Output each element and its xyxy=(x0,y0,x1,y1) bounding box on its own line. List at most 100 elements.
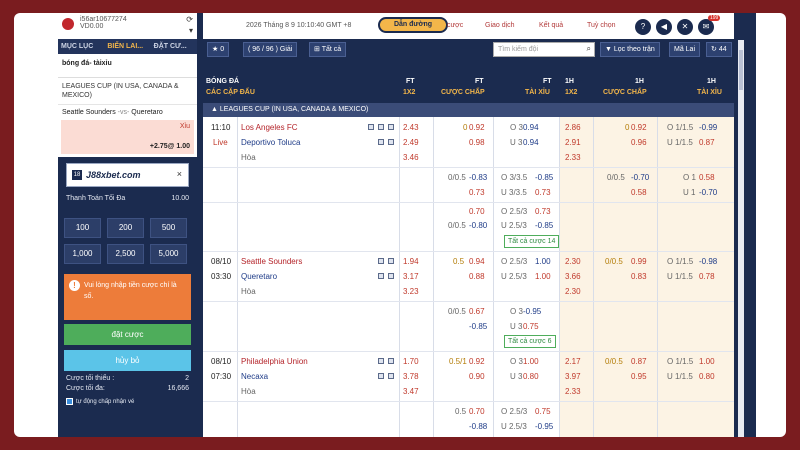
auto-accept-checkbox[interactable] xyxy=(66,398,73,405)
odds-cell[interactable]: 0.99 xyxy=(631,257,647,266)
stats-icon[interactable] xyxy=(368,124,374,130)
away-team[interactable]: Queretaro xyxy=(241,272,277,281)
filter-button[interactable]: ▼ Lọc theo trận xyxy=(600,42,660,57)
odds-cell[interactable]: -0.70 xyxy=(631,173,649,182)
odds-cell[interactable]: 0.78 xyxy=(699,272,715,281)
odds-cell[interactable]: 0.94 xyxy=(523,123,539,132)
odds-cell[interactable]: 0.94 xyxy=(469,257,485,266)
star-icon[interactable] xyxy=(388,258,394,264)
odds-type-select[interactable]: Mã Lai xyxy=(669,42,701,57)
away-team[interactable]: Necaxa xyxy=(241,372,268,381)
amount-button[interactable]: 5,000 xyxy=(150,244,187,264)
all-button[interactable]: ⊞ Tất cả xyxy=(309,42,347,57)
chevron-down-icon[interactable]: ▾ xyxy=(189,26,193,35)
odds-cell[interactable]: 0.87 xyxy=(699,138,715,147)
odds-cell[interactable]: 2.33 xyxy=(565,153,581,162)
home-team[interactable]: Philadelphia Union xyxy=(241,357,308,366)
odds-cell[interactable]: 1.00 xyxy=(699,357,715,366)
odds-cell[interactable]: 3.66 xyxy=(565,272,581,281)
info-icon[interactable] xyxy=(388,373,394,379)
more-bets-button[interactable]: Tất cả cược 6 xyxy=(504,335,556,348)
star-icon[interactable] xyxy=(388,124,394,130)
odds-cell[interactable]: 0.83 xyxy=(631,272,647,281)
odds-cell[interactable]: 0.80 xyxy=(523,372,539,381)
odds-cell[interactable]: 0.94 xyxy=(523,138,539,147)
info-icon[interactable] xyxy=(388,139,394,145)
odds-cell[interactable]: 0.75 xyxy=(523,322,539,331)
chart-icon[interactable] xyxy=(378,373,384,379)
more-bets-button[interactable]: Tất cả cược 14 xyxy=(504,235,560,248)
odds-cell[interactable]: 2.43 xyxy=(403,123,419,132)
odds-cell[interactable]: -0.80 xyxy=(469,221,487,230)
refresh-icon[interactable]: ⟳ xyxy=(186,15,193,24)
odds-cell[interactable]: 0.70 xyxy=(469,407,485,416)
odds-cell[interactable]: 0.58 xyxy=(631,188,647,197)
odds-cell[interactable]: 2.49 xyxy=(403,138,419,147)
odds-cell[interactable]: 3.23 xyxy=(403,287,419,296)
odds-cell[interactable]: -0.95 xyxy=(535,422,553,431)
guide-button[interactable]: Dẫn đường xyxy=(378,17,448,33)
odds-cell[interactable]: -0.85 xyxy=(535,173,553,182)
auto-accept[interactable]: tự động chấp nhận vé xyxy=(58,395,197,408)
odds-cell[interactable]: 0.87 xyxy=(631,357,647,366)
sound-icon[interactable]: ◀ xyxy=(656,19,672,35)
refresh-button[interactable]: ↻ 44 xyxy=(706,42,732,57)
odds-cell[interactable]: -0.83 xyxy=(469,173,487,182)
odds-cell[interactable]: 1.00 xyxy=(535,257,551,266)
stats-icon[interactable] xyxy=(378,258,384,264)
odds-cell[interactable]: -0.85 xyxy=(469,322,487,331)
nav-bets[interactable]: cược xyxy=(447,22,463,29)
amount-button[interactable]: 1,000 xyxy=(64,244,101,264)
odds-cell[interactable]: 1.70 xyxy=(403,357,419,366)
odds-cell[interactable]: 2.91 xyxy=(565,138,581,147)
nav-options[interactable]: Tuỳ chọn xyxy=(587,22,616,29)
odds-cell[interactable]: -0.70 xyxy=(699,188,717,197)
odds-cell[interactable]: 0.88 xyxy=(469,272,485,281)
league-header[interactable]: ▲ LEAGUES CUP (IN USA, CANADA & MEXICO) xyxy=(203,103,734,117)
close-icon[interactable]: × xyxy=(177,169,182,179)
favorites-button[interactable]: ★ 0 xyxy=(207,42,230,57)
odds-cell[interactable]: 0.98 xyxy=(469,138,485,147)
nav-results[interactable]: Kết quả xyxy=(539,22,563,29)
scrollbar[interactable] xyxy=(738,40,744,437)
odds-cell[interactable]: 0.80 xyxy=(699,372,715,381)
odds-cell[interactable]: 1.00 xyxy=(523,357,539,366)
odds-cell[interactable]: 2.86 xyxy=(565,123,581,132)
amount-button[interactable]: 200 xyxy=(107,218,144,238)
tab-menu[interactable]: MỤC LỤC xyxy=(58,39,104,54)
odds-cell[interactable]: 2.17 xyxy=(565,357,581,366)
chart-icon[interactable] xyxy=(378,139,384,145)
odds-cell[interactable]: 0.73 xyxy=(469,188,485,197)
odds-cell[interactable]: 3.47 xyxy=(403,387,419,396)
nav-transactions[interactable]: Giao dịch xyxy=(485,22,515,29)
collapse-icon[interactable]: ▲ xyxy=(211,106,218,113)
league-filter-button[interactable]: ( 96 / 96 ) Giải xyxy=(243,42,298,57)
odds-cell[interactable]: 3.97 xyxy=(565,372,581,381)
amount-button[interactable]: 500 xyxy=(150,218,187,238)
odds-cell[interactable]: 1.94 xyxy=(403,257,419,266)
odds-cell[interactable]: 1.00 xyxy=(535,272,551,281)
amount-button[interactable]: 100 xyxy=(64,218,101,238)
cancel-button[interactable]: hủy bỏ xyxy=(64,350,191,371)
odds-cell[interactable]: 3.46 xyxy=(403,153,419,162)
odds-cell[interactable]: 2.30 xyxy=(565,287,581,296)
tab-receipt[interactable]: BIỂN LAI... xyxy=(104,39,150,54)
search-input[interactable]: Tìm kiếm đội ⌕ xyxy=(493,42,595,57)
odds-cell[interactable]: 0.58 xyxy=(699,173,715,182)
odds-cell[interactable]: 0.96 xyxy=(631,138,647,147)
info-icon[interactable] xyxy=(388,273,394,279)
home-team[interactable]: Seattle Sounders xyxy=(241,257,302,266)
odds-cell[interactable]: 0.92 xyxy=(469,123,485,132)
odds-cell[interactable]: 0.75 xyxy=(535,407,551,416)
odds-cell[interactable]: 0.67 xyxy=(469,307,485,316)
place-bet-button[interactable]: đặt cược xyxy=(64,324,191,345)
away-team[interactable]: Deportivo Toluca xyxy=(241,138,300,147)
odds-cell[interactable]: -0.98 xyxy=(699,257,717,266)
star-icon[interactable] xyxy=(388,358,394,364)
promo-banner[interactable]: 18 J88xbet.com × xyxy=(66,163,189,187)
odds-cell[interactable]: 3.17 xyxy=(403,272,419,281)
home-team[interactable]: Los Angeles FC xyxy=(241,123,297,132)
odds-cell[interactable]: 0.73 xyxy=(535,188,551,197)
odds-cell[interactable]: 0.73 xyxy=(535,207,551,216)
tab-bets[interactable]: ĐẶT CƯ... xyxy=(151,39,197,54)
